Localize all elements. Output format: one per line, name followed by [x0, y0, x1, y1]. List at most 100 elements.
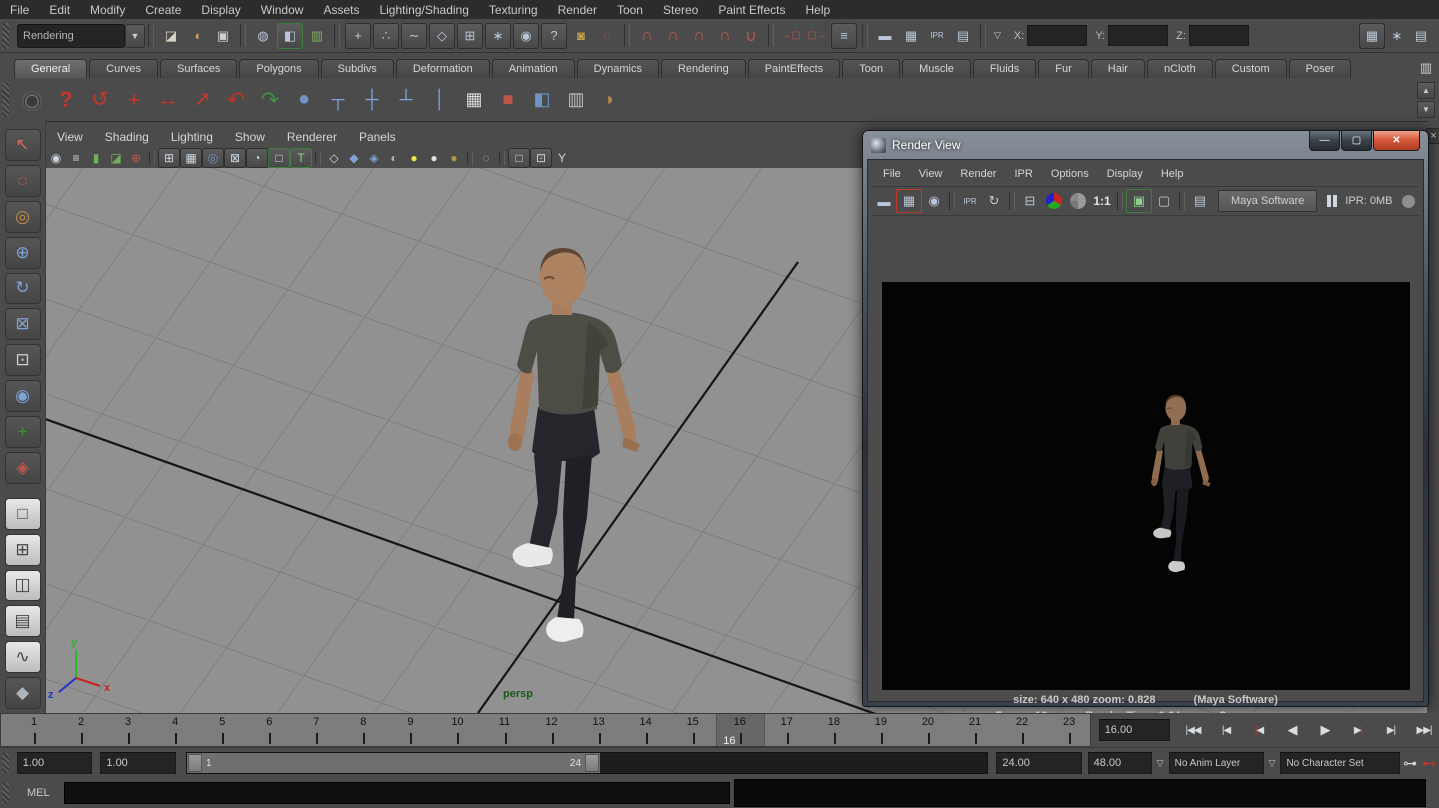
menubar-item[interactable]: Create: [135, 3, 191, 17]
shelf-tab[interactable]: Custom: [1215, 59, 1287, 78]
play-backwards-button[interactable]: ◀: [1277, 719, 1307, 741]
mask-misc-icon[interactable]: ?: [541, 23, 567, 49]
shelf-tab[interactable]: Poser: [1289, 59, 1352, 78]
viewport-menu-item[interactable]: View: [46, 130, 94, 144]
viewport-menu-item[interactable]: Show: [224, 130, 276, 144]
shelf-tab[interactable]: Hair: [1091, 59, 1145, 78]
timeline-frame-number[interactable]: 2: [66, 716, 96, 728]
marquee-select-icon[interactable]: ◌: [595, 24, 619, 48]
menubar-item[interactable]: Help: [796, 3, 841, 17]
rv-ipr-render-icon[interactable]: IPR: [958, 190, 982, 212]
menubar-item[interactable]: Render: [548, 3, 607, 17]
menubar-item[interactable]: Modify: [80, 3, 135, 17]
anim-layer-arrow-icon[interactable]: ▽: [1269, 758, 1276, 769]
rv-remove-image-icon[interactable]: ▢: [1152, 190, 1176, 212]
last-tool-icon[interactable]: ◆: [5, 677, 41, 709]
universal-manipulator-icon[interactable]: ⊡: [5, 344, 41, 376]
timeline-frame-number[interactable]: 1: [19, 716, 49, 728]
vp-camera-select-icon[interactable]: ◉: [46, 149, 66, 167]
timeline-frame-number[interactable]: 10: [442, 716, 472, 728]
vp-2d-pan-zoom-icon[interactable]: ⊕: [126, 149, 146, 167]
character-set-selector[interactable]: No Character Set: [1280, 752, 1400, 774]
timeline-frame-number[interactable]: 9: [395, 716, 425, 728]
timeline-frame-number[interactable]: 18: [819, 716, 849, 728]
snap-align-tool-icon[interactable]: +: [5, 416, 41, 448]
shelf-trash-icon[interactable]: ▥: [1414, 56, 1438, 80]
lock-selection-icon[interactable]: ◙: [569, 24, 593, 48]
shelf-tab[interactable]: PaintEffects: [748, 59, 841, 78]
input-connections-icon[interactable]: →▢: [779, 24, 803, 48]
shelf-tab[interactable]: nCloth: [1147, 59, 1213, 78]
rv-render-current-frame-icon[interactable]: ▦: [896, 189, 922, 213]
time-slider[interactable]: 16 1234567891011121314151617181920212223…: [0, 713, 1091, 747]
go-to-end-button[interactable]: ▶▶|: [1409, 719, 1439, 741]
mask-handles-icon[interactable]: +: [345, 23, 371, 49]
mask-rendering-icon[interactable]: ◉: [513, 23, 539, 49]
snap-to-planes-icon[interactable]: ∩: [713, 24, 737, 48]
range-grip[interactable]: [2, 753, 9, 773]
render-view-menu-item[interactable]: Render: [951, 168, 1005, 180]
menubar-item[interactable]: Window: [251, 3, 314, 17]
timeline-frame-number[interactable]: 3: [113, 716, 143, 728]
vp-resolution-gate-icon[interactable]: ◎: [202, 148, 224, 168]
shelf-tab[interactable]: Toon: [842, 59, 900, 78]
maximize-button[interactable]: ▢: [1341, 131, 1372, 151]
shelf-scroll-down-icon[interactable]: ▼: [1417, 101, 1435, 118]
minimize-button[interactable]: —: [1309, 131, 1340, 151]
rv-rgb-channels-icon[interactable]: [1042, 190, 1066, 212]
shelf-tumble-tool-icon[interactable]: ↺: [83, 83, 117, 117]
shelf-track-tool-icon[interactable]: +: [117, 83, 151, 117]
current-time-field[interactable]: 16.00: [1099, 719, 1170, 741]
mask-dynamics-icon[interactable]: ∗: [485, 23, 511, 49]
timeline-frame-number[interactable]: 5: [207, 716, 237, 728]
shelf-playblast-icon[interactable]: ◉: [15, 83, 49, 117]
rv-region-render-icon[interactable]: ⊟: [1018, 190, 1042, 212]
vp-field-chart-icon[interactable]: ◔: [246, 148, 268, 168]
timeline-frame-number[interactable]: 6: [254, 716, 284, 728]
field-entry-arrow-icon[interactable]: ▽: [994, 30, 1001, 41]
menubar-item[interactable]: Lighting/Shading: [369, 3, 478, 17]
snap-to-grids-icon[interactable]: ∩: [635, 24, 659, 48]
menubar-item[interactable]: File: [0, 3, 39, 17]
menubar-item[interactable]: Texturing: [479, 3, 548, 17]
shelf-tab[interactable]: Animation: [492, 59, 575, 78]
shelf-select-hierarchy-icon[interactable]: ■: [491, 83, 525, 117]
timeline-frame-number[interactable]: 12: [537, 716, 567, 728]
paint-selection-tool-icon[interactable]: ◎: [5, 201, 41, 233]
shelf-paint-effects-icon[interactable]: ◗: [593, 83, 627, 117]
shelf-group-icon[interactable]: ┬: [321, 83, 355, 117]
timeline-frame-number[interactable]: 22: [1007, 716, 1037, 728]
shelf-dolly-tool-icon[interactable]: ↔: [151, 83, 185, 117]
render-view-menu-item[interactable]: View: [910, 168, 952, 180]
menu-mode-selector[interactable]: Rendering: [17, 24, 125, 48]
vp-use-all-lights-icon[interactable]: ◐: [384, 149, 404, 167]
viewport-menu-item[interactable]: Renderer: [276, 130, 348, 144]
rendered-image[interactable]: [882, 282, 1410, 690]
rv-refresh-ipr-icon[interactable]: ↻: [982, 190, 1006, 212]
menubar-item[interactable]: Toon: [607, 3, 653, 17]
timeline-frame-number[interactable]: 7: [301, 716, 331, 728]
viewport-menu-item[interactable]: Lighting: [160, 130, 224, 144]
shelf-help-icon[interactable]: ?: [49, 83, 83, 117]
shelf-tab[interactable]: Dynamics: [577, 59, 659, 78]
select-by-hierarchy-icon[interactable]: ◍: [251, 24, 275, 48]
step-forward-key-button[interactable]: ▶|: [1343, 719, 1373, 741]
step-back-key-button[interactable]: |◀: [1244, 719, 1274, 741]
set-key-icon[interactable]: ⊶: [1400, 753, 1419, 773]
scale-tool-icon[interactable]: ⊠: [5, 308, 41, 340]
timeline-frame-number[interactable]: 20: [913, 716, 943, 728]
vp-light-yellow-icon[interactable]: ●: [404, 149, 424, 167]
vp-textured-icon[interactable]: ◈: [364, 149, 384, 167]
vp-film-gate-icon[interactable]: ▦: [180, 148, 202, 168]
menubar-item[interactable]: Stereo: [653, 3, 708, 17]
shelf-select-component-icon[interactable]: ▥: [559, 83, 593, 117]
shelf-tab[interactable]: Rendering: [661, 59, 746, 78]
lasso-tool-icon[interactable]: ◌: [5, 165, 41, 197]
rv-render-settings-icon[interactable]: ▤: [1188, 190, 1212, 212]
rv-keep-image-icon[interactable]: ▣: [1126, 189, 1152, 213]
layout-persp-graph-icon[interactable]: ∿: [5, 641, 41, 673]
render-view-menu-item[interactable]: IPR: [1005, 168, 1041, 180]
render-view-menu-item[interactable]: File: [874, 168, 910, 180]
command-line-grip[interactable]: [2, 783, 9, 803]
render-view-menu-item[interactable]: Display: [1098, 168, 1152, 180]
